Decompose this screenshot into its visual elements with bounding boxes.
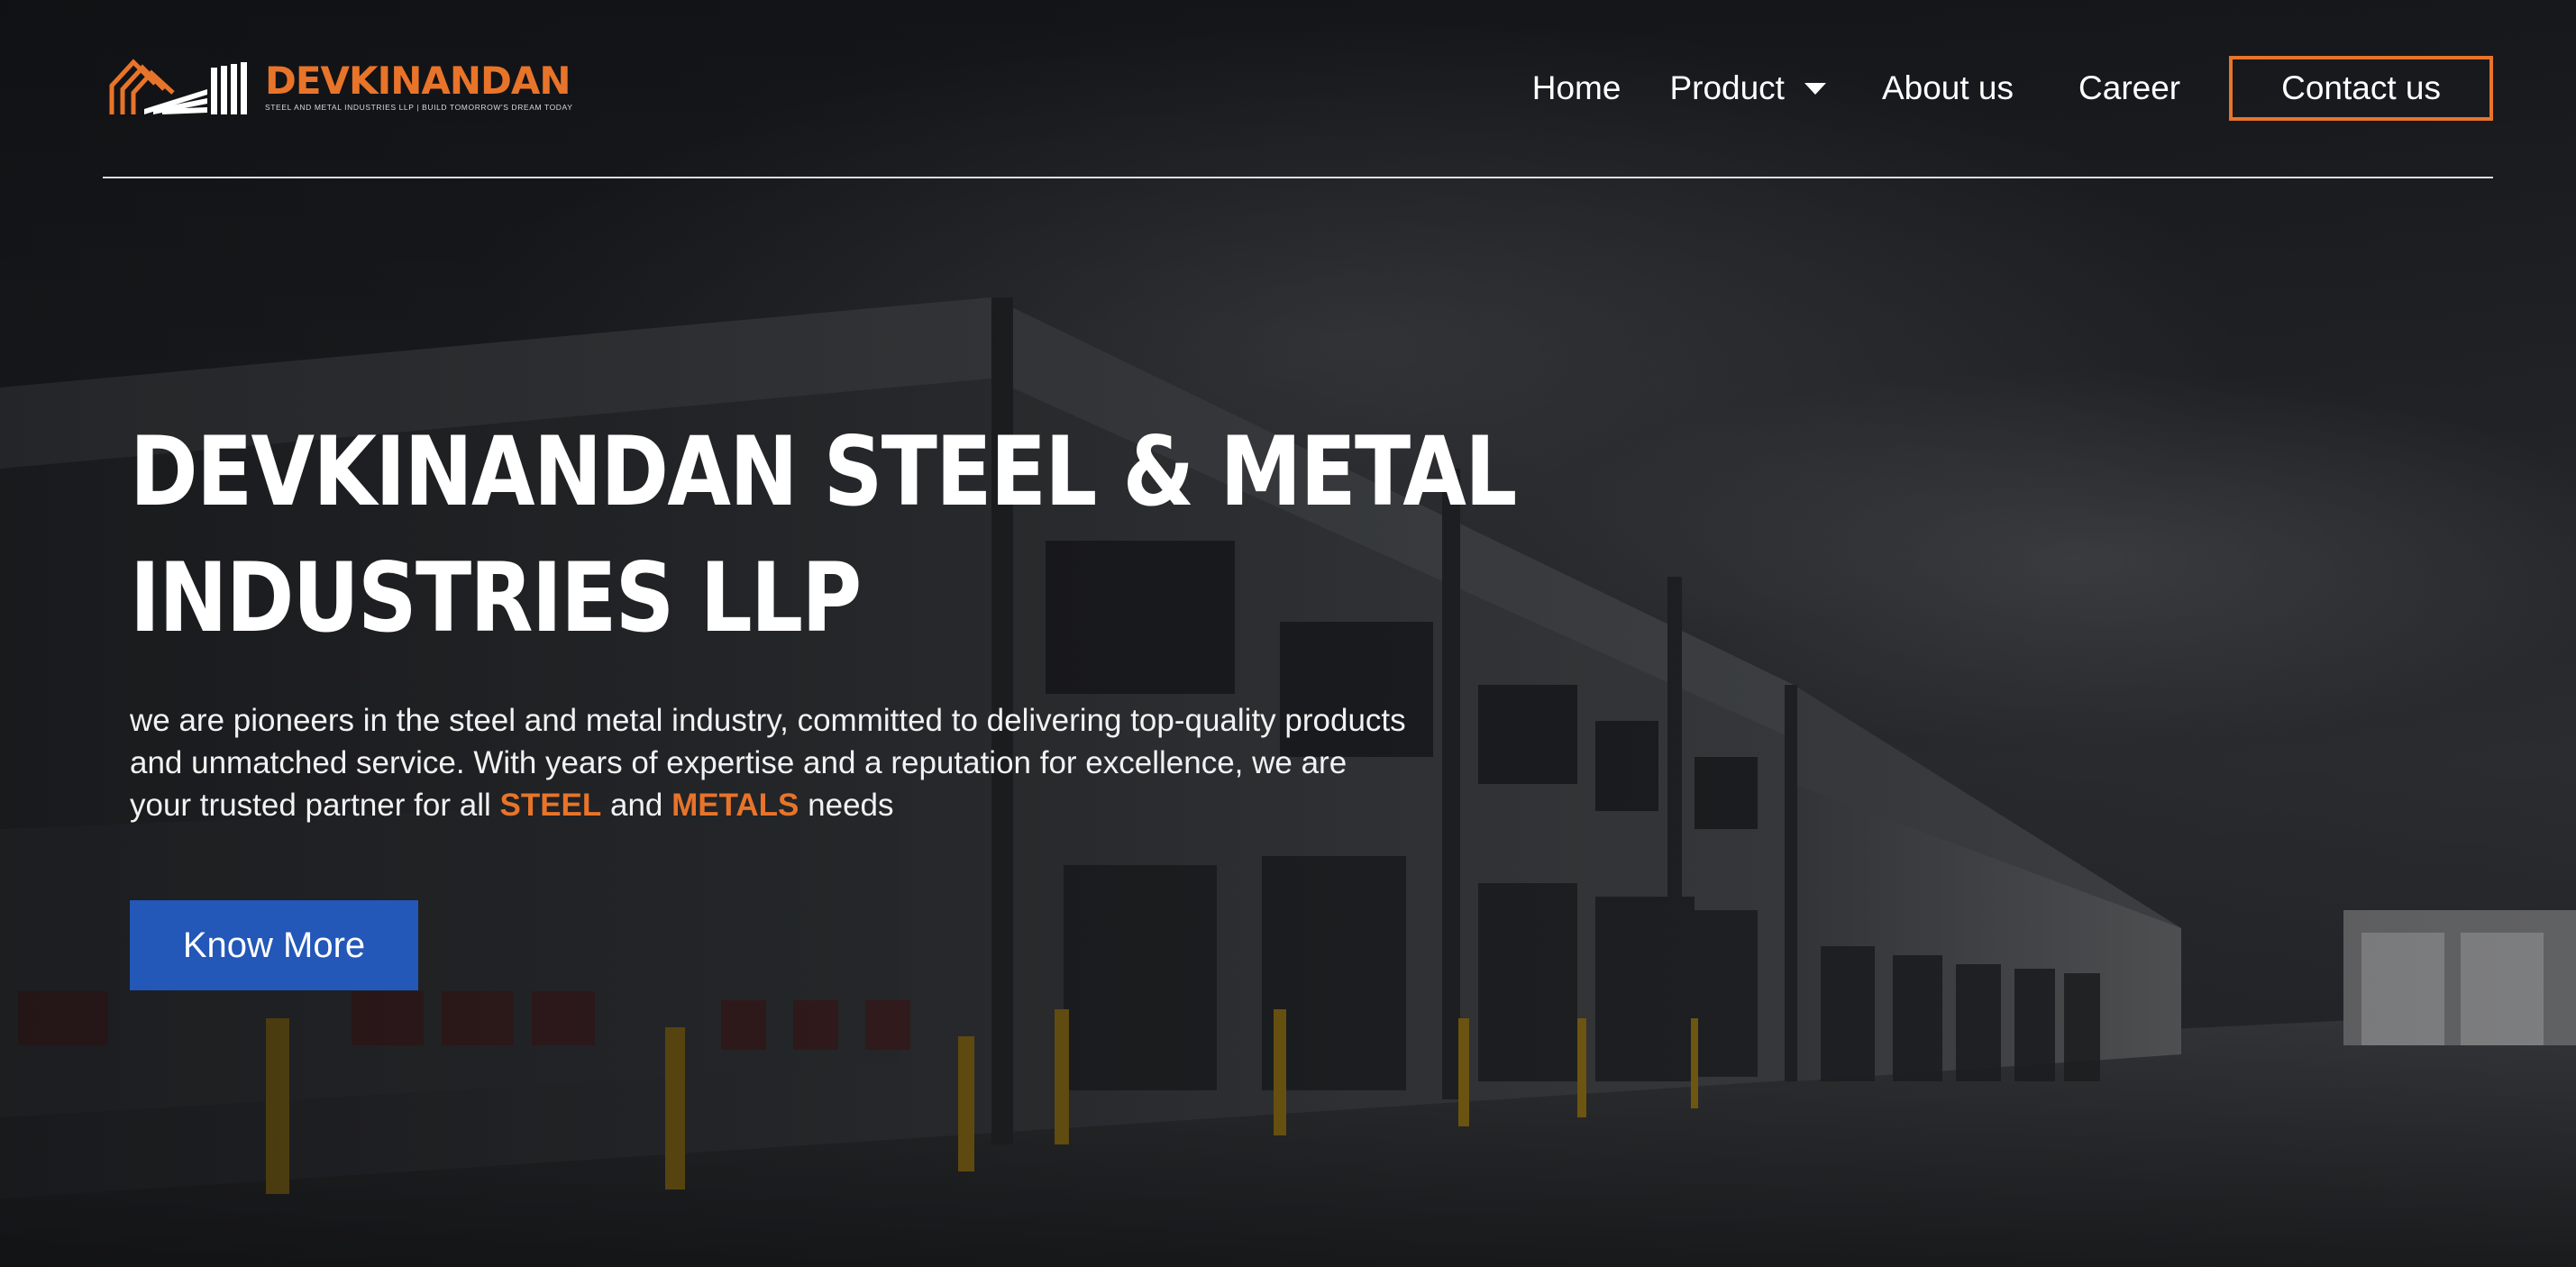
- caret-down-icon[interactable]: [1804, 82, 1826, 95]
- nav-product-label: Product: [1669, 69, 1785, 106]
- nav-about-link[interactable]: About us: [1882, 69, 2014, 107]
- contact-us-button[interactable]: Contact us: [2229, 56, 2493, 121]
- highlight-steel: STEEL: [499, 788, 602, 823]
- site-header: DEVKINANDAN STEEL AND METAL INDUSTRIES L…: [103, 0, 2493, 178]
- nav-product-dropdown[interactable]: Product: [1669, 69, 1826, 107]
- hero-section: DEVKINANDAN STEEL AND METAL INDUSTRIES L…: [0, 0, 2576, 1267]
- know-more-button[interactable]: Know More: [130, 900, 418, 990]
- nav-career-link[interactable]: Career: [2078, 69, 2180, 107]
- hero-title-line-2: INDUSTRIES LLP: [130, 542, 862, 653]
- logo-text-block: DEVKINANDAN STEEL AND METAL INDUSTRIES L…: [265, 59, 573, 113]
- hero-title-line-1: DEVKINANDAN STEEL & METAL: [130, 416, 1517, 527]
- brand-logo[interactable]: DEVKINANDAN STEEL AND METAL INDUSTRIES L…: [108, 52, 572, 121]
- roof-building-logo-icon: [109, 59, 247, 114]
- hero-desc-part-2: and: [601, 788, 672, 823]
- hero-desc-part-3: needs: [799, 788, 894, 823]
- hero-description: we are pioneers in the steel and metal i…: [130, 699, 1410, 826]
- brand-tagline: STEEL AND METAL INDUSTRIES LLP | BUILD T…: [265, 103, 573, 112]
- brand-name: DEVKINANDAN: [265, 59, 571, 103]
- nav-home-link[interactable]: Home: [1532, 69, 1621, 107]
- highlight-metals: METALS: [671, 788, 799, 823]
- main-nav: Home Product About us Career Contact us: [1532, 56, 2493, 121]
- hero-title: DEVKINANDAN STEEL & METAL INDUSTRIES LLP: [130, 409, 1517, 661]
